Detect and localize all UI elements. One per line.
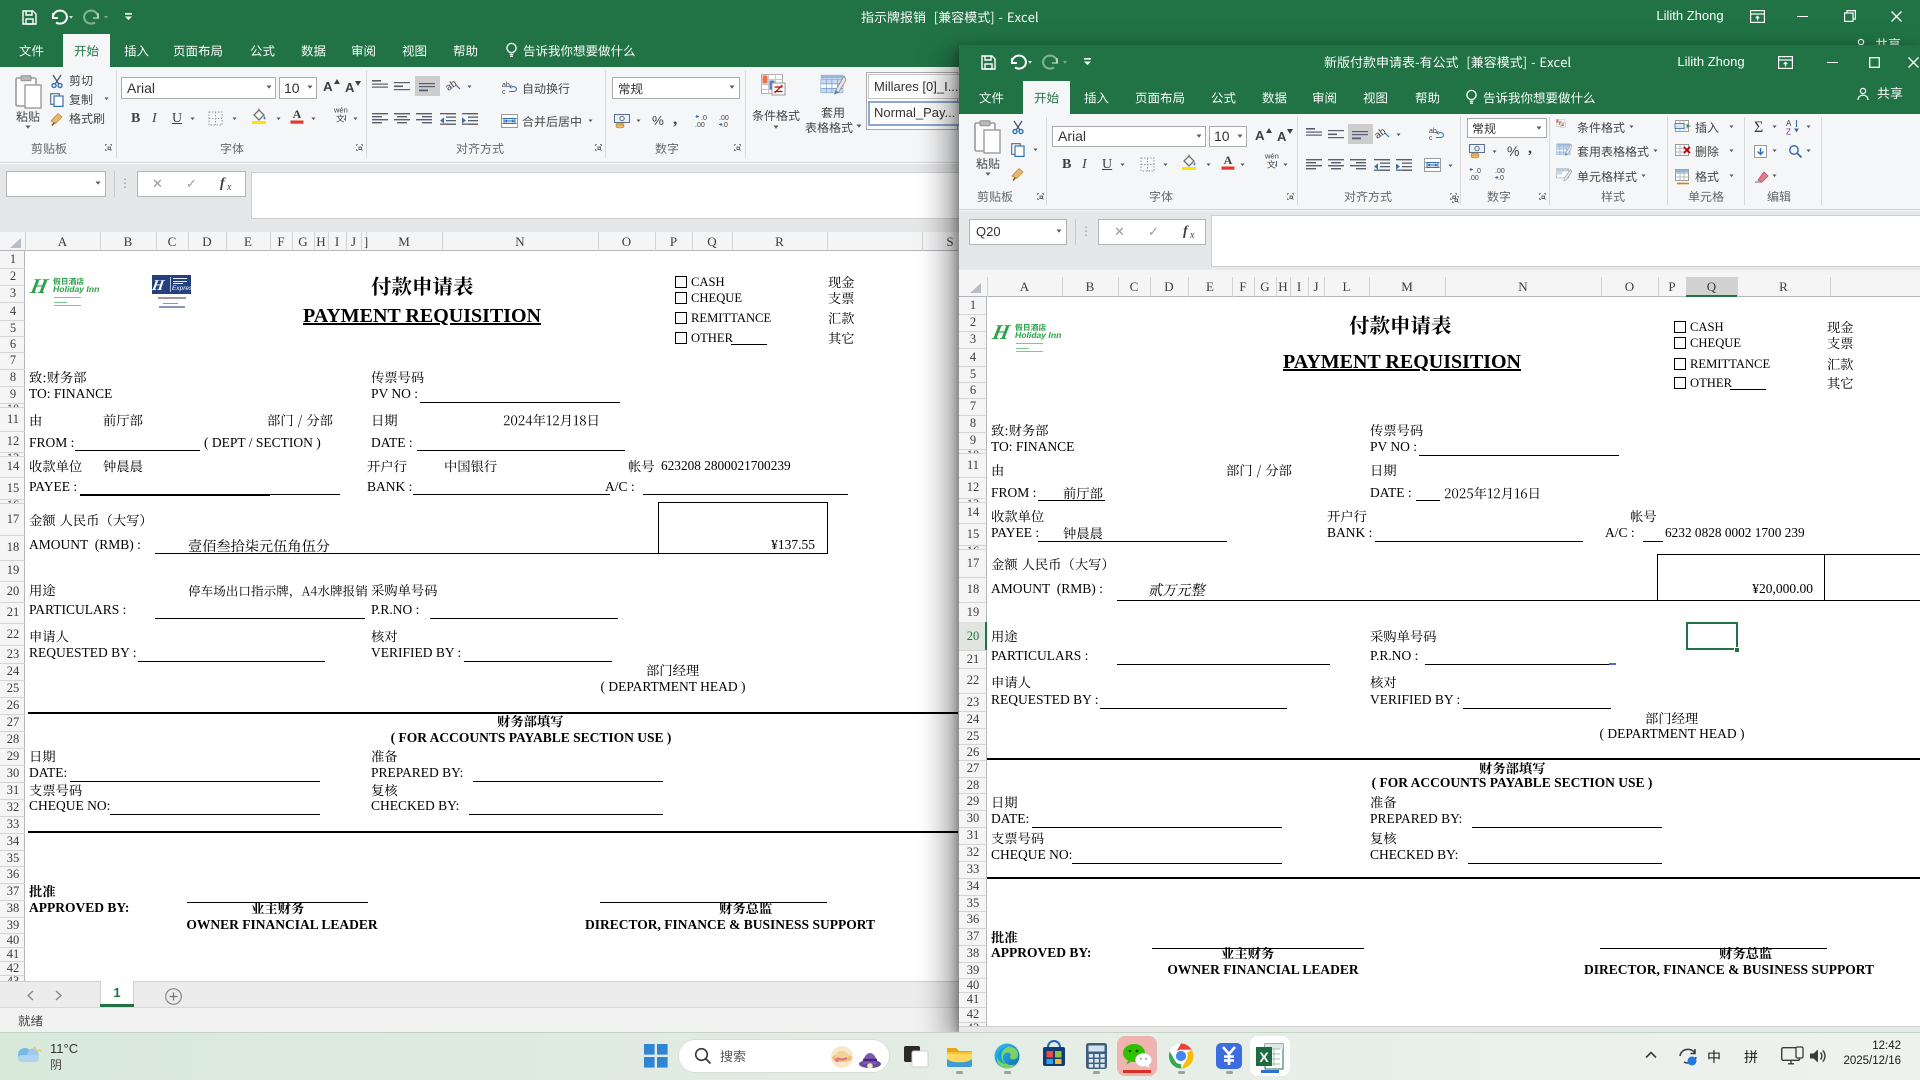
svg-text:Σ: Σ <box>1754 119 1763 136</box>
svg-text:A: A <box>293 107 302 121</box>
svg-text:c: c <box>502 89 506 96</box>
svg-text:文: 文 <box>336 114 345 124</box>
svg-text:.0: .0 <box>701 115 707 122</box>
svg-text:.0: .0 <box>1475 168 1481 175</box>
svg-text:.00: .00 <box>719 115 729 122</box>
svg-text:.0: .0 <box>722 122 728 129</box>
svg-text:.00: .00 <box>695 122 705 129</box>
svg-text:Z: Z <box>1786 128 1791 137</box>
svg-text:.00: .00 <box>1495 168 1505 175</box>
svg-text:c: c <box>1429 135 1433 142</box>
svg-text:.0: .0 <box>1498 175 1504 182</box>
svg-text:.00: .00 <box>1469 175 1479 182</box>
svg-text:ab: ab <box>1429 128 1437 135</box>
svg-text:H: H <box>150 278 167 294</box>
svg-text:文: 文 <box>1267 160 1276 170</box>
svg-text:X: X <box>1259 1049 1269 1065</box>
svg-text:ab: ab <box>502 82 510 89</box>
svg-text:A: A <box>1224 153 1233 167</box>
